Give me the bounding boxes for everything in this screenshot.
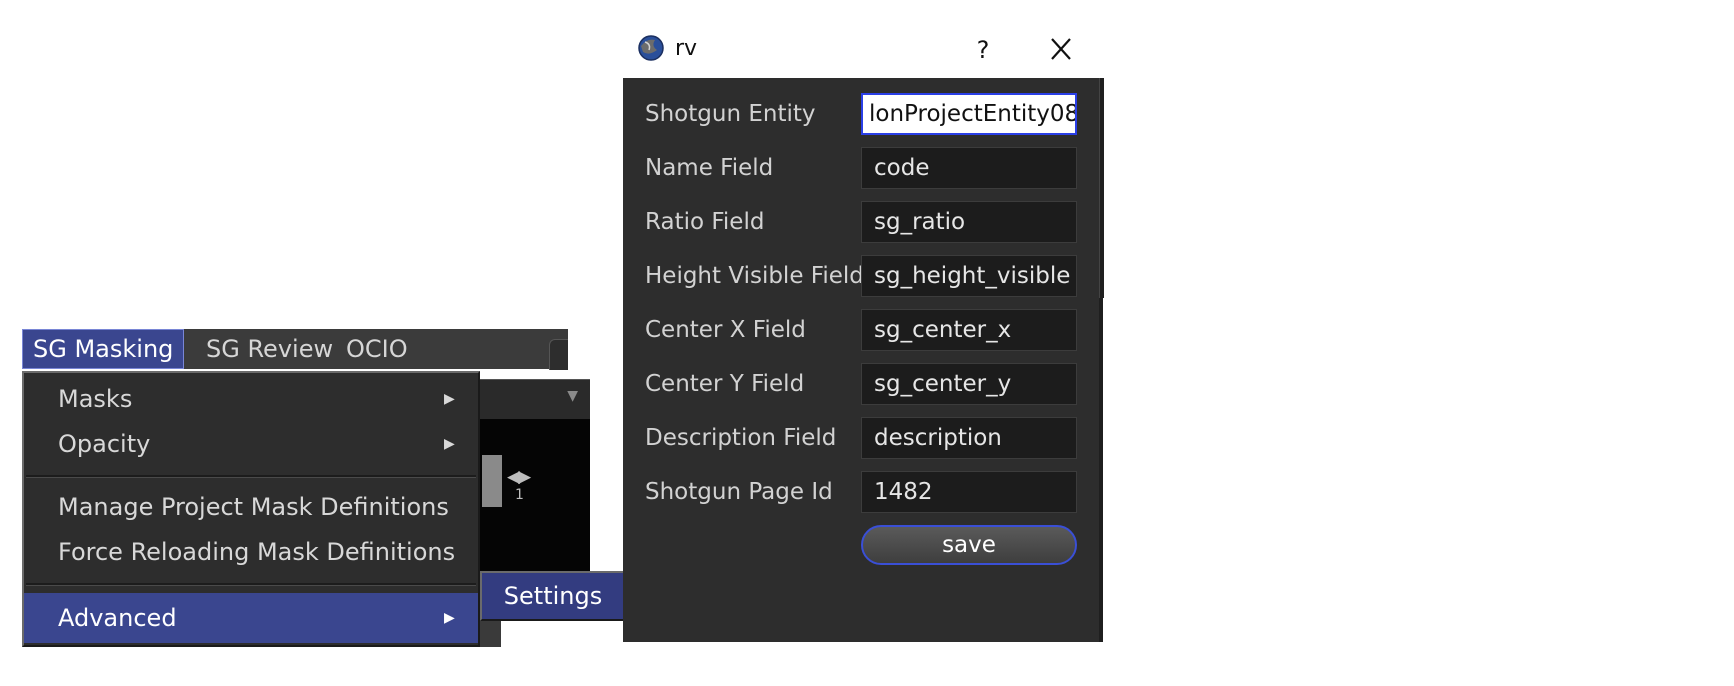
background-toolbar: ▼ xyxy=(477,379,590,420)
sg-masking-dropdown: Masks ▶ Opacity ▶ Manage Project Mask De… xyxy=(22,371,480,647)
submenu-arrow-icon: ▶ xyxy=(444,391,455,407)
menu-item-settings[interactable]: Settings xyxy=(482,573,624,619)
shotgun-entity-input[interactable]: lonProjectEntity08 xyxy=(861,93,1077,135)
menu-item-masks[interactable]: Masks ▶ xyxy=(24,377,478,421)
menu-ocio[interactable]: OCIO xyxy=(346,329,408,369)
menu-item-force-reloading-mask-definitions[interactable]: Force Reloading Mask Definitions xyxy=(24,530,478,574)
label-shotgun-entity: Shotgun Entity xyxy=(645,101,816,127)
height-visible-field-input[interactable]: sg_height_visible xyxy=(861,255,1077,297)
ratio-field-input[interactable]: sg_ratio xyxy=(861,201,1077,243)
menu-item-label: Manage Project Mask Definitions xyxy=(58,493,449,521)
label-center-y-field: Center Y Field xyxy=(645,371,805,397)
menu-item-advanced[interactable]: Advanced ▶ xyxy=(24,593,478,643)
label-name-field: Name Field xyxy=(645,155,774,181)
advanced-submenu: Settings xyxy=(480,571,626,621)
submenu-arrow-icon: ▶ xyxy=(444,610,455,626)
menu-sg-masking[interactable]: SG Masking xyxy=(22,329,185,369)
menu-item-label: Advanced xyxy=(58,604,177,632)
chevron-down-icon: ▼ xyxy=(567,388,578,404)
dialog-titlebar: rv ? xyxy=(623,22,1103,78)
menu-sg-review[interactable]: SG Review xyxy=(206,329,333,369)
menu-item-label: Masks xyxy=(58,385,133,413)
rv-app-icon xyxy=(638,35,664,61)
submenu-arrow-icon: ▶ xyxy=(444,436,455,452)
shotgun-page-id-input[interactable]: 1482 xyxy=(861,471,1077,513)
close-icon xyxy=(1051,38,1071,60)
label-description-field: Description Field xyxy=(645,425,837,451)
name-field-input[interactable]: code xyxy=(861,147,1077,189)
menu-separator xyxy=(26,475,476,478)
center-x-field-input[interactable]: sg_center_x xyxy=(861,309,1077,351)
menubar: SG Masking SG Review OCIO xyxy=(22,329,568,370)
help-button[interactable]: ? xyxy=(963,32,1003,68)
close-button[interactable] xyxy=(1041,32,1081,68)
step-arrows-icon: ◀▶ xyxy=(507,467,531,487)
menubar-corner xyxy=(549,339,568,370)
frame-marker xyxy=(482,455,502,507)
label-center-x-field: Center X Field xyxy=(645,317,806,343)
frame-number: 1 xyxy=(515,487,524,503)
rv-menu-screenshot: ▼ ◀▶ 1 SG Masking SG Review OCIO Masks ▶… xyxy=(22,329,626,647)
scrollbar[interactable] xyxy=(1099,78,1104,298)
menu-item-opacity[interactable]: Opacity ▶ xyxy=(24,422,478,466)
save-button[interactable]: save xyxy=(861,525,1077,565)
shotgun-entity-value: lonProjectEntity08 xyxy=(869,101,1077,127)
label-ratio-field: Ratio Field xyxy=(645,209,765,235)
menu-item-label: Force Reloading Mask Definitions xyxy=(58,538,456,566)
menu-item-manage-project-mask-definitions[interactable]: Manage Project Mask Definitions xyxy=(24,485,478,529)
description-field-input[interactable]: description xyxy=(861,417,1077,459)
label-height-visible-field: Height Visible Field xyxy=(645,263,864,289)
dialog-title: rv xyxy=(675,36,698,61)
menu-separator xyxy=(26,583,476,586)
rv-settings-dialog: rv ? Shotgun Entity lonProjectEntity08 N… xyxy=(623,22,1104,642)
menu-item-label: Opacity xyxy=(58,430,151,458)
label-shotgun-page-id: Shotgun Page Id xyxy=(645,479,833,505)
center-y-field-input[interactable]: sg_center_y xyxy=(861,363,1077,405)
